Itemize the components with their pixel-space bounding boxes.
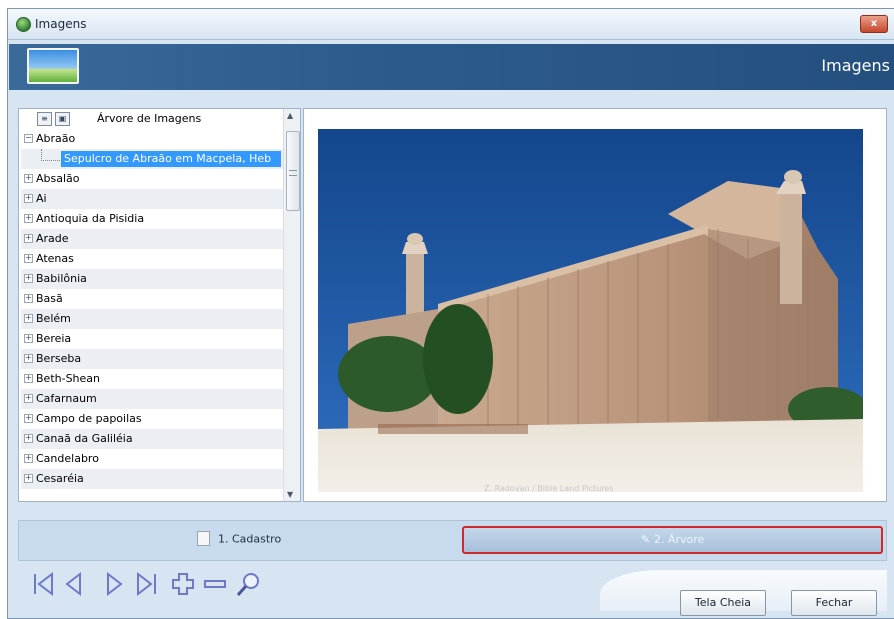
tree-item[interactable]: + Canaã da Galiléia: [21, 429, 284, 449]
add-image-icon[interactable]: [170, 570, 196, 598]
tree-item-label: Bereia: [36, 332, 72, 345]
expand-icon[interactable]: +: [24, 233, 33, 243]
tree-item[interactable]: + Belém: [21, 309, 284, 329]
tree-item-label: Absalão: [36, 172, 80, 185]
tree-item[interactable]: + Atenas: [21, 249, 284, 269]
tree-item-label: Abraão: [36, 132, 76, 145]
scrollbar-thumb[interactable]: [286, 131, 300, 211]
expand-icon[interactable]: +: [24, 313, 33, 323]
fullscreen-button[interactable]: Tela Cheia: [680, 590, 766, 616]
expand-icon[interactable]: +: [24, 353, 33, 363]
previous-image-icon[interactable]: [64, 570, 84, 598]
banner-title: Imagens: [821, 56, 890, 75]
next-image-icon[interactable]: [104, 570, 124, 598]
app-icon: [16, 17, 31, 32]
expand-icon[interactable]: +: [24, 333, 33, 343]
expand-icon[interactable]: +: [24, 433, 33, 443]
tree-item-label: Candelabro: [36, 452, 99, 465]
scroll-down-icon[interactable]: ▼: [287, 490, 293, 499]
last-image-icon[interactable]: [134, 570, 160, 598]
expand-icon[interactable]: +: [24, 173, 33, 183]
tree-item-label: Atenas: [36, 252, 74, 265]
tree-item-label: Belém: [36, 312, 71, 325]
photo-caption: Z. Radovan / Bible Land Pictures: [484, 484, 614, 493]
tab-arvore-label: 2. Árvore: [653, 533, 705, 546]
header-banner: Imagens: [9, 44, 894, 90]
tree-item[interactable]: + Arade: [21, 229, 284, 249]
tree-item-label: Canaã da Galiléia: [36, 432, 133, 445]
tree-item-label: Campo de papoilas: [36, 412, 142, 425]
tree-item-label: Cesaréia: [36, 472, 84, 485]
expand-icon[interactable]: +: [24, 213, 33, 223]
window-title: Imagens: [35, 17, 87, 31]
collapse-all-icon[interactable]: ▣: [55, 112, 70, 126]
tree-item-label: Berseba: [36, 352, 82, 365]
tree-item-label: Arade: [36, 232, 69, 245]
tree-item-label: Babilônia: [36, 272, 87, 285]
list-view-icon[interactable]: ≡: [37, 112, 52, 126]
title-bar[interactable]: Imagens x: [8, 9, 894, 40]
tree-header: ≡ ▣ Árvore de Imagens: [19, 109, 284, 129]
close-button[interactable]: Fechar: [791, 590, 877, 616]
pencil-icon: ✎: [640, 533, 650, 546]
tree-item[interactable]: + Candelabro: [21, 449, 284, 469]
expand-icon[interactable]: +: [24, 473, 33, 483]
tree-item-label: Basã: [36, 292, 63, 305]
expand-icon[interactable]: +: [24, 193, 33, 203]
tree-item-label: Beth-Shean: [36, 372, 101, 385]
image-viewer: Z. Radovan / Bible Land Pictures: [303, 108, 887, 502]
expand-icon[interactable]: +: [24, 393, 33, 403]
tree-item-label: Antioquia da Pisidia: [36, 212, 145, 225]
tree-item[interactable]: − Abraão: [21, 129, 284, 149]
expand-icon[interactable]: +: [24, 413, 33, 423]
expand-icon[interactable]: +: [24, 373, 33, 383]
photo-hebron-sepulcher: [318, 129, 863, 492]
tree-item[interactable]: + Basã: [21, 289, 284, 309]
tree-item[interactable]: + Berseba: [21, 349, 284, 369]
image-tree-panel: ≡ ▣ Árvore de Imagens − Abraão Sepulcro de…: [18, 108, 301, 502]
tree-item[interactable]: + Antioquia da Pisidia: [21, 209, 284, 229]
collapse-icon[interactable]: −: [24, 133, 33, 143]
tree-scrollbar[interactable]: ▲ ▼: [283, 109, 300, 501]
close-window-button[interactable]: x: [860, 15, 888, 33]
tree-item[interactable]: + Cesaréia: [21, 469, 284, 489]
tab-cadastro-label: 1. Cadastro: [218, 532, 282, 546]
tab-arvore[interactable]: ✎ 2. Árvore: [462, 526, 883, 554]
expand-icon[interactable]: +: [24, 253, 33, 263]
tabs-bar: 1. Cadastro ✎ 2. Árvore: [18, 520, 887, 561]
close-icon: x: [870, 18, 878, 29]
tree-list: − Abraão Sepulcro de Abraão em Macpela, He…: [21, 129, 284, 501]
expand-icon[interactable]: +: [24, 273, 33, 283]
expand-icon[interactable]: +: [24, 453, 33, 463]
tree-item[interactable]: + Beth-Shean: [21, 369, 284, 389]
remove-image-icon[interactable]: [202, 570, 228, 598]
tree-item[interactable]: + Babilônia: [21, 269, 284, 289]
tree-item-label: Ai: [36, 192, 47, 205]
tree-item[interactable]: + Cafarnaum: [21, 389, 284, 409]
tree-item[interactable]: + Bereia: [21, 329, 284, 349]
document-icon: [197, 531, 210, 546]
tree-item[interactable]: + Campo de papoilas: [21, 409, 284, 429]
tree-item-label: Cafarnaum: [36, 392, 97, 405]
expand-icon[interactable]: +: [24, 293, 33, 303]
tree-item[interactable]: + Absalão: [21, 169, 284, 189]
scroll-up-icon[interactable]: ▲: [287, 111, 293, 120]
landscape-image-icon: [27, 48, 79, 84]
selected-tree-child-label: Sepulcro de Abraão em Macpela, Heb: [61, 151, 281, 167]
tree-child-item[interactable]: Sepulcro de Abraão em Macpela, Heb: [21, 149, 284, 169]
tab-cadastro[interactable]: 1. Cadastro: [197, 531, 282, 547]
magnifier-icon[interactable]: [234, 570, 262, 598]
tree-connector: [41, 149, 60, 161]
tree-header-label: Árvore de Imagens: [97, 112, 202, 125]
first-image-icon[interactable]: [30, 570, 56, 598]
tree-item[interactable]: + Ai: [21, 189, 284, 209]
